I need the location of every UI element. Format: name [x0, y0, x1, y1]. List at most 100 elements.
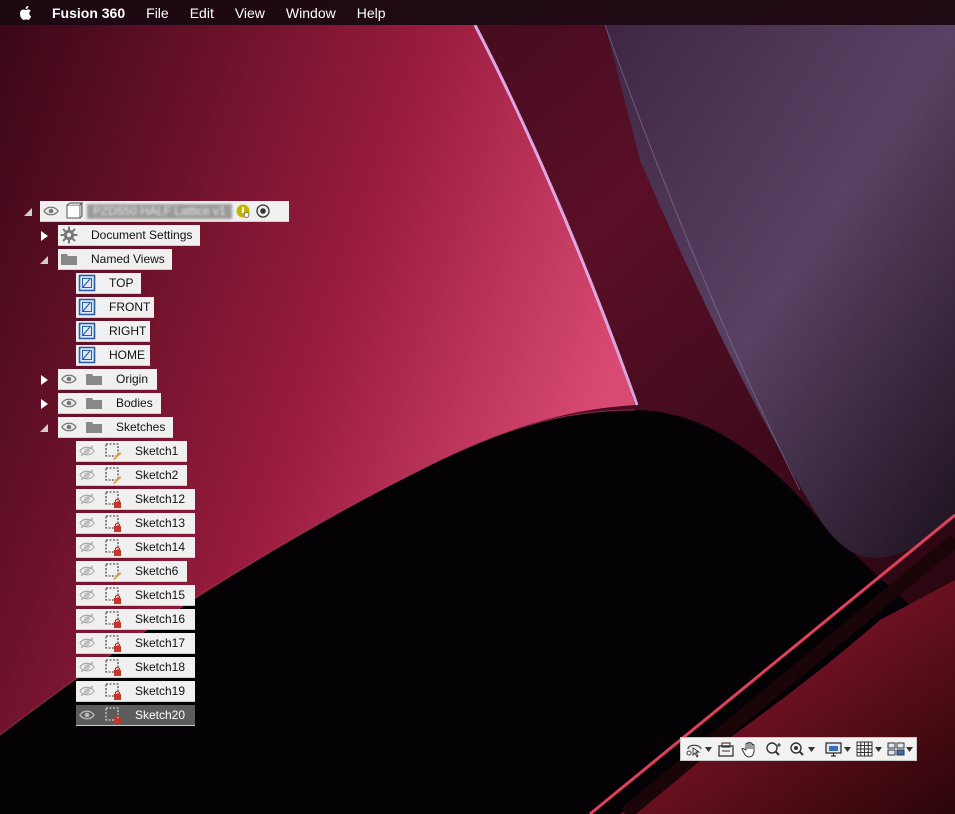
sketch-edit-icon [105, 467, 122, 484]
menu-window[interactable]: Window [286, 5, 336, 21]
eye-hidden-icon[interactable] [79, 445, 95, 457]
sketch-item[interactable]: Sketch6 [76, 561, 187, 582]
eye-hidden-icon[interactable] [79, 493, 95, 505]
sketch-label: Sketch14 [135, 540, 186, 554]
pan-icon [741, 741, 755, 758]
zoom-button[interactable] [764, 740, 784, 758]
display-settings-icon [825, 742, 842, 757]
sketch-locked-icon [105, 707, 121, 724]
eye-icon[interactable] [61, 397, 77, 409]
sketch-label: Sketch17 [135, 636, 186, 650]
named-view-label: HOME [109, 348, 145, 362]
named-view-item[interactable]: HOME [76, 345, 150, 366]
menu-help[interactable]: Help [357, 5, 386, 21]
fit-button[interactable] [788, 740, 815, 758]
sketch-item[interactable]: Sketch14 [76, 537, 195, 558]
origin-label: Origin [116, 372, 149, 386]
sketch-label: Sketch20 [135, 708, 186, 722]
named-view-icon [78, 346, 96, 364]
menu-bar: Fusion 360 File Edit View Window Help [0, 0, 955, 25]
sketch-item[interactable]: Sketch18 [76, 657, 195, 678]
folder-icon [61, 254, 77, 265]
eye-hidden-icon[interactable] [79, 565, 95, 577]
display-settings-button[interactable] [824, 740, 851, 758]
expand-triangle-icon[interactable] [39, 375, 49, 385]
sketches-folder[interactable]: Sketches [58, 417, 173, 438]
apple-icon[interactable] [17, 4, 35, 22]
named-view-icon [78, 274, 96, 292]
document-settings-node[interactable]: Document Settings [58, 225, 200, 246]
eye-icon[interactable] [79, 709, 95, 721]
sketch-item[interactable]: Sketch12 [76, 489, 195, 510]
sketch-locked-icon [105, 683, 121, 700]
eye-icon[interactable] [61, 373, 77, 385]
menu-file[interactable]: File [146, 5, 169, 21]
viewports-icon [887, 742, 905, 756]
eye-hidden-icon[interactable] [79, 541, 95, 553]
sketch-label: Sketch12 [135, 492, 186, 506]
named-view-label: TOP [109, 276, 134, 290]
sketch-item[interactable]: Sketch2 [76, 465, 187, 486]
menu-edit[interactable]: Edit [190, 5, 214, 21]
folder-icon [86, 398, 102, 409]
chevron-down-icon [875, 746, 882, 752]
eye-hidden-icon[interactable] [79, 661, 95, 673]
app-menu[interactable]: Fusion 360 [52, 5, 125, 21]
eye-hidden-icon[interactable] [79, 613, 95, 625]
sketch-locked-icon [105, 611, 121, 628]
expand-triangle-icon[interactable] [39, 399, 49, 409]
sketch-label: Sketch6 [135, 564, 179, 578]
eye-hidden-icon[interactable] [79, 637, 95, 649]
sketch-locked-icon [105, 635, 121, 652]
viewports-button[interactable] [886, 740, 913, 758]
menu-view[interactable]: View [235, 5, 265, 21]
named-view-icon [78, 322, 96, 340]
sketch-item[interactable]: Sketch16 [76, 609, 195, 630]
named-view-item[interactable]: TOP [76, 273, 141, 294]
sketch-locked-icon [105, 659, 121, 676]
activate-radio-icon[interactable] [256, 204, 270, 218]
root-component[interactable]: PZD550 HALF Lattice v1 [40, 201, 289, 222]
expand-triangle-icon[interactable] [39, 231, 49, 241]
grid-icon [856, 741, 873, 757]
sketch-label: Sketch15 [135, 588, 186, 602]
sketch-label: Sketch2 [135, 468, 179, 482]
sketch-item[interactable]: Sketch20 [76, 705, 195, 726]
collapse-triangle-icon[interactable] [39, 255, 49, 265]
look-at-button[interactable] [716, 740, 736, 758]
eye-hidden-icon[interactable] [79, 469, 95, 481]
chevron-down-icon [844, 746, 851, 752]
document-settings-label: Document Settings [91, 228, 193, 242]
sketch-locked-icon [105, 491, 121, 508]
sketch-item[interactable]: Sketch1 [76, 441, 187, 462]
named-views-folder[interactable]: Named Views [58, 249, 172, 270]
named-view-item[interactable]: RIGHT [76, 321, 150, 342]
component-icon [66, 202, 83, 219]
bodies-folder[interactable]: Bodies [58, 393, 161, 414]
folder-icon [86, 374, 102, 385]
named-view-label: FRONT [109, 300, 151, 314]
eye-icon[interactable] [61, 421, 77, 433]
eye-hidden-icon[interactable] [79, 517, 95, 529]
eye-icon[interactable] [43, 205, 59, 217]
root-component-name: PZD550 HALF Lattice v1 [87, 203, 232, 219]
sketch-edit-icon [105, 563, 122, 580]
orbit-button[interactable] [685, 740, 712, 758]
collapse-triangle-icon[interactable] [23, 207, 33, 217]
grid-settings-button[interactable] [855, 740, 882, 758]
origin-folder[interactable]: Origin [58, 369, 157, 390]
version-badge-icon [236, 204, 250, 218]
sketch-locked-icon [105, 587, 121, 604]
sketch-item[interactable]: Sketch15 [76, 585, 195, 606]
pan-button[interactable] [740, 740, 760, 758]
sketch-locked-icon [105, 515, 121, 532]
eye-hidden-icon[interactable] [79, 589, 95, 601]
collapse-triangle-icon[interactable] [39, 423, 49, 433]
sketch-item[interactable]: Sketch19 [76, 681, 195, 702]
named-view-item[interactable]: FRONT [76, 297, 154, 318]
sketch-label: Sketch13 [135, 516, 186, 530]
sketch-item[interactable]: Sketch17 [76, 633, 195, 654]
sketch-item[interactable]: Sketch13 [76, 513, 195, 534]
eye-hidden-icon[interactable] [79, 685, 95, 697]
sketch-label: Sketch19 [135, 684, 186, 698]
